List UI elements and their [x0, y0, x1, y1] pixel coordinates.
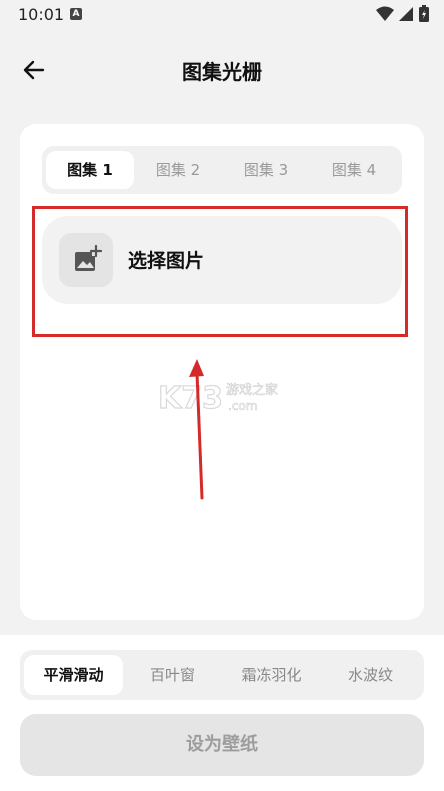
tab-effect-blinds[interactable]: 百叶窗	[123, 655, 222, 695]
page-title: 图集光栅	[182, 60, 262, 84]
header: 图集光栅	[0, 40, 444, 100]
tab-effect-frost[interactable]: 霜冻羽化	[222, 655, 321, 695]
notification-a-icon: A	[70, 8, 82, 20]
status-bar: 10:01 A	[0, 0, 444, 30]
watermark-logo: K73 游戏之家 .com	[157, 372, 298, 422]
tab-effect-ripple[interactable]: 水波纹	[321, 655, 420, 695]
tab-gallery-4[interactable]: 图集 4	[310, 151, 398, 189]
svg-text:.com: .com	[228, 399, 257, 413]
tab-gallery-3[interactable]: 图集 3	[222, 151, 310, 189]
highlight-box	[32, 206, 408, 337]
set-wallpaper-button[interactable]: 设为壁纸	[20, 714, 424, 776]
status-time: 10:01	[18, 5, 65, 24]
system-icons	[376, 5, 430, 23]
effect-tabs: 平滑滑动 百叶窗 霜冻羽化 水波纹	[20, 650, 424, 700]
signal-icon	[399, 7, 413, 21]
gallery-tabs: 图集 1 图集 2 图集 3 图集 4	[42, 146, 402, 194]
svg-text:游戏之家: 游戏之家	[226, 382, 278, 398]
wifi-icon	[376, 6, 394, 21]
tab-gallery-2[interactable]: 图集 2	[134, 151, 222, 189]
annotation-arrow	[189, 359, 204, 500]
tab-effect-smooth[interactable]: 平滑滑动	[24, 655, 123, 695]
battery-icon	[419, 5, 429, 22]
tab-gallery-1[interactable]: 图集 1	[46, 151, 134, 189]
